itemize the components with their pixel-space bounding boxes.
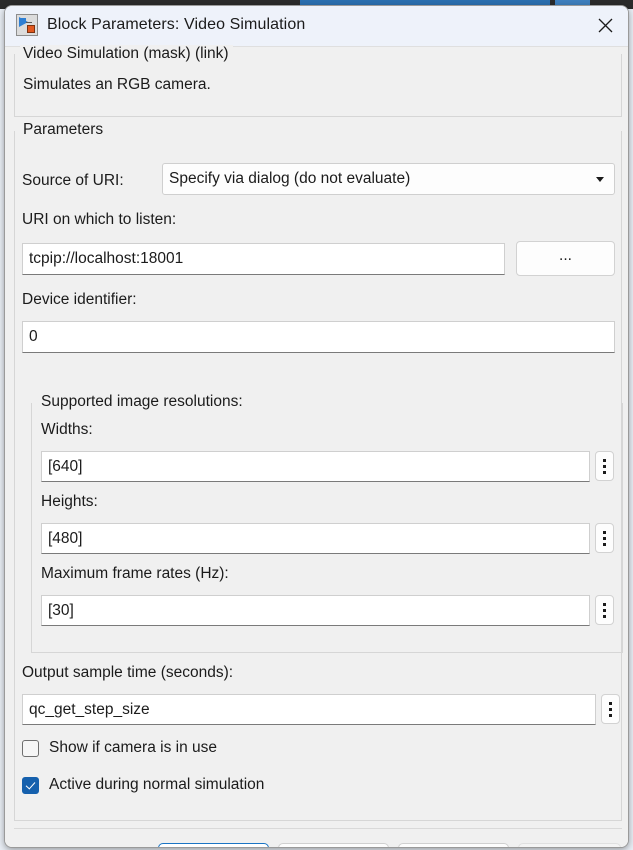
widths-input[interactable]: [640] [41,451,590,482]
simulink-block-icon [16,14,38,36]
show-if-camera-is-in-use-label: Show if camera is in use [49,739,217,757]
chevron-down-icon [596,177,604,182]
apply-button: Apply [518,843,621,848]
widths-more-options-button[interactable] [595,451,614,481]
description-text: Simulates an RGB camera. [23,76,211,94]
output-sample-time-input[interactable]: qc_get_step_size [22,694,596,725]
active-during-normal-simulation-label: Active during normal simulation [49,776,264,794]
button-bar: OK Cancel Help Apply [5,843,629,848]
source-of-uri-value: Specify via dialog (do not evaluate) [169,170,410,188]
dialog-body: Video Simulation (mask) (link) Simulates… [5,47,628,848]
ok-button[interactable]: OK [158,843,269,848]
maximum-frame-rates-label: Maximum frame rates (Hz): [41,565,229,583]
heights-more-options-button[interactable] [595,523,614,553]
show-if-camera-is-in-use-checkbox[interactable] [22,740,39,757]
show-if-camera-is-in-use-checkbox-row[interactable]: Show if camera is in use [22,739,217,757]
parameters-group: Parameters Source of URI: Specify via di… [14,131,622,821]
help-button[interactable]: Help [398,843,509,848]
description-group: Video Simulation (mask) (link) Simulates… [14,54,622,117]
uri-browse-button[interactable]: ... [516,241,615,276]
supported-image-resolutions-legend: Supported image resolutions: [37,393,248,411]
cancel-button[interactable]: Cancel [278,843,389,848]
close-icon[interactable] [582,6,628,45]
widths-label: Widths: [41,421,93,439]
heights-input[interactable]: [480] [41,523,590,554]
active-during-normal-simulation-checkbox-row[interactable]: Active during normal simulation [22,776,264,794]
supported-image-resolutions-group: Supported image resolutions: Widths: [64… [31,403,623,653]
output-sample-time-more-options-button[interactable] [601,694,620,724]
block-parameters-dialog: Block Parameters: Video Simulation Video… [4,5,629,848]
maximum-frame-rates-input[interactable]: [30] [41,595,590,626]
uri-label: URI on which to listen: [22,211,176,229]
parameters-group-legend: Parameters [20,121,108,139]
button-bar-separator [14,828,622,829]
source-of-uri-label: Source of URI: [22,172,124,190]
maximum-frame-rates-more-options-button[interactable] [595,595,614,625]
uri-input[interactable]: tcpip://localhost:18001 [22,243,505,275]
active-during-normal-simulation-checkbox[interactable] [22,777,39,794]
source-of-uri-combobox[interactable]: Specify via dialog (do not evaluate) [162,163,615,195]
output-sample-time-label: Output sample time (seconds): [22,664,233,682]
device-identifier-label: Device identifier: [22,291,137,309]
window-title: Block Parameters: Video Simulation [47,16,305,34]
heights-label: Heights: [41,493,98,511]
device-identifier-input[interactable]: 0 [22,321,615,353]
description-heading: Video Simulation (mask) (link) [20,45,233,63]
titlebar: Block Parameters: Video Simulation [5,6,628,47]
